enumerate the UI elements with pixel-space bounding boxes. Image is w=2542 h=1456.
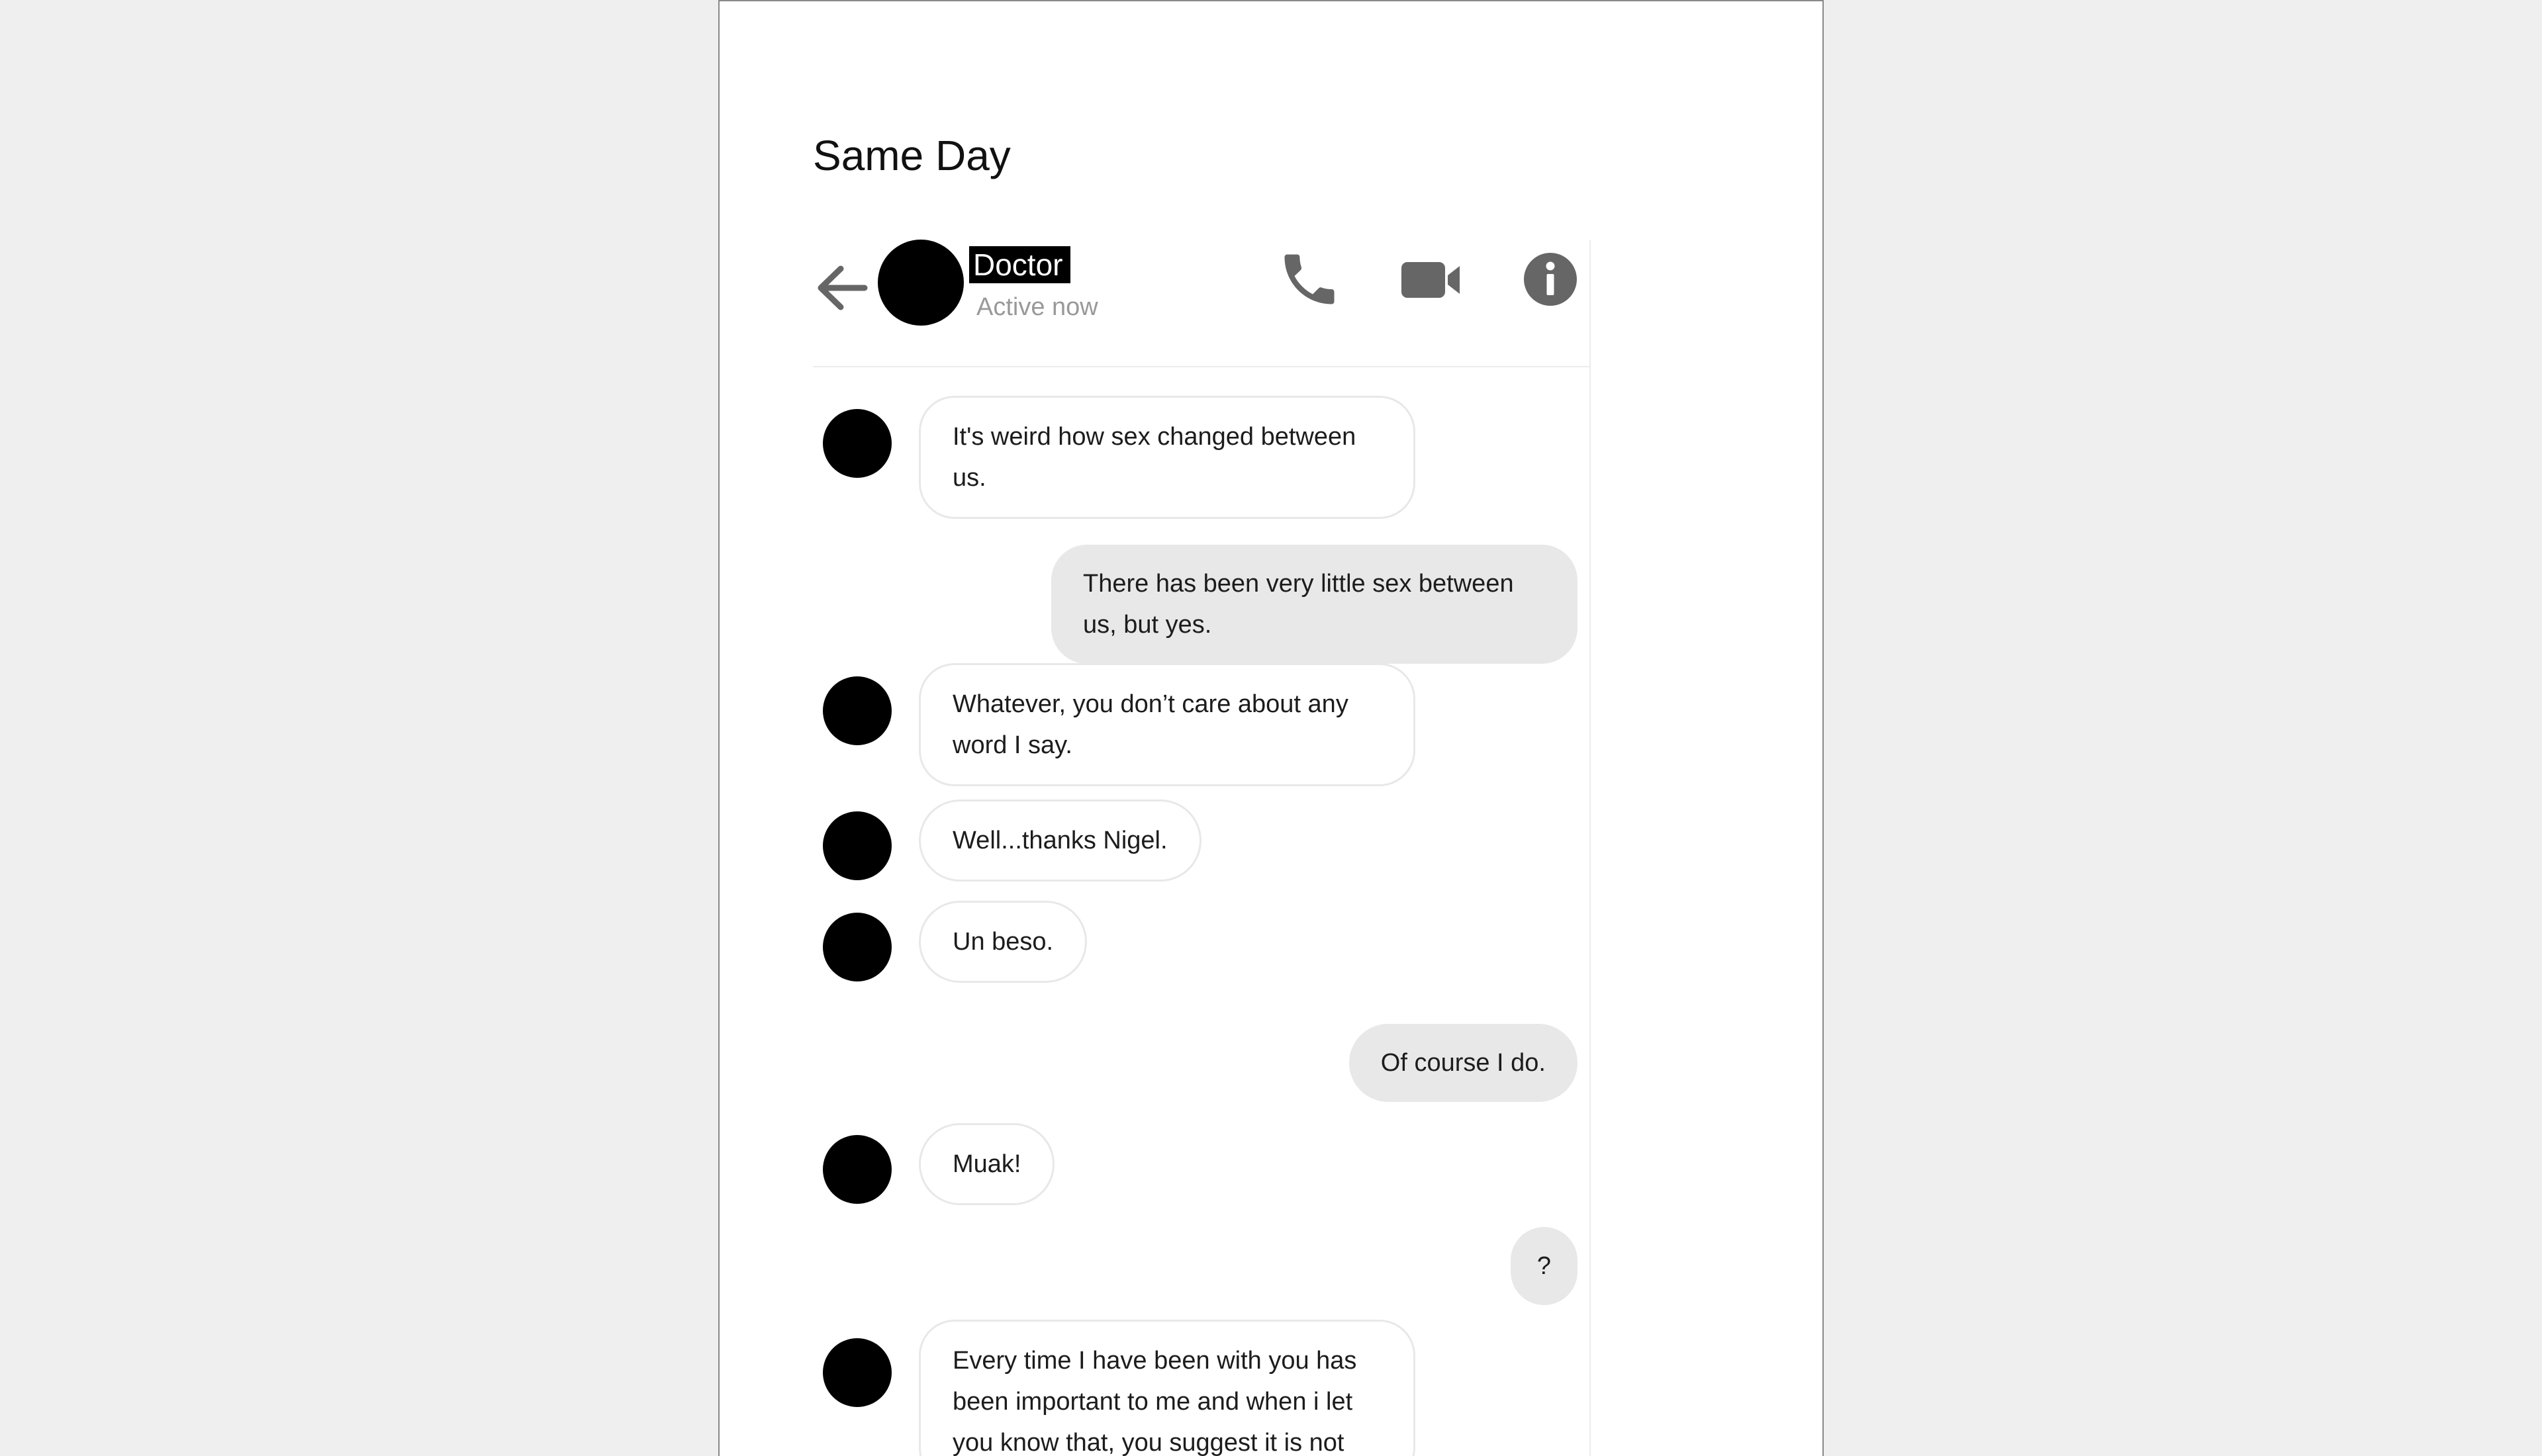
- contact-avatar[interactable]: [878, 240, 964, 326]
- sender-avatar[interactable]: [823, 676, 892, 745]
- contact-status: Active now: [976, 293, 1098, 321]
- info-icon[interactable]: [1517, 246, 1583, 312]
- incoming-message[interactable]: Well...thanks Nigel.: [919, 799, 1201, 882]
- chat-header: Doctor Active now: [813, 240, 1591, 367]
- chat-panel: Doctor Active now It's weird how sex cha…: [813, 240, 1591, 1456]
- sender-avatar[interactable]: [823, 1338, 892, 1407]
- sender-avatar[interactable]: [823, 913, 892, 981]
- page-title: Same Day: [813, 132, 1011, 179]
- contact-name: Doctor: [969, 246, 1071, 283]
- outgoing-message[interactable]: ?: [1510, 1227, 1577, 1305]
- page-frame: Same Day Doctor Active now It's weird ho…: [718, 0, 1824, 1456]
- video-camera-icon[interactable]: [1397, 246, 1464, 312]
- outgoing-message[interactable]: There has been very little sex between u…: [1051, 545, 1577, 664]
- sender-avatar[interactable]: [823, 409, 892, 478]
- incoming-message[interactable]: Whatever, you don’t care about any word …: [919, 663, 1415, 786]
- incoming-message[interactable]: Un beso.: [919, 901, 1088, 983]
- sender-avatar[interactable]: [823, 811, 892, 880]
- incoming-message[interactable]: Every time I have been with you has been…: [919, 1320, 1415, 1456]
- phone-icon[interactable]: [1276, 246, 1342, 312]
- arrow-left-icon[interactable]: [813, 258, 872, 318]
- incoming-message[interactable]: Muak!: [919, 1123, 1055, 1205]
- sender-avatar[interactable]: [823, 1135, 892, 1204]
- outgoing-message[interactable]: Of course I do.: [1348, 1024, 1577, 1102]
- incoming-message[interactable]: It's weird how sex changed between us.: [919, 396, 1415, 519]
